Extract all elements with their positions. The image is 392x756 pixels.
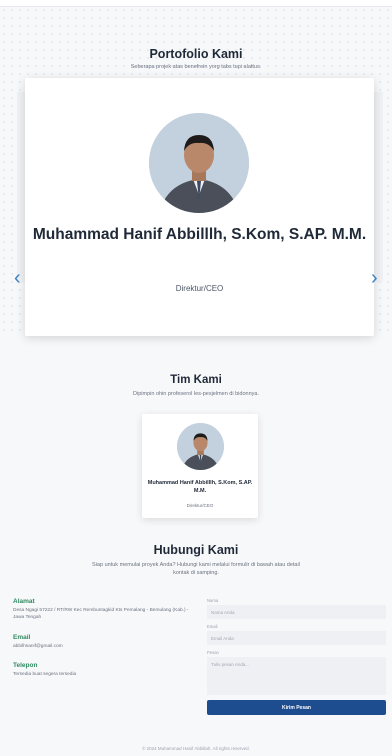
profile-photo [149, 113, 249, 213]
team-member-role: Direktur/CEO [186, 503, 214, 508]
name-input[interactable] [207, 605, 386, 619]
portfolio-card-name: Muhammad Hanif Abbilllh, S.Kom, S.AP. M.… [32, 226, 367, 243]
team-title: Tim Kami [170, 374, 222, 386]
message-textarea[interactable] [207, 657, 386, 695]
address-label: Alamat [13, 598, 35, 605]
person-photo-icon [177, 423, 224, 470]
team-member-name: Muhammad Hanif Abbilllh, S.Kom, S.AP. M.… [147, 480, 253, 494]
portfolio-title: Portofolio Kami [149, 47, 243, 61]
chevron-left-icon[interactable]: ‹ [14, 268, 21, 288]
email-text: abbilhsanif@gmail.com [13, 644, 63, 649]
footer-copyright: © 2024 Muhammad Hanif Abbillah. All righ… [142, 746, 250, 751]
carousel-next-card-edge [373, 92, 383, 282]
contact-title: Hubungi Kami [153, 543, 239, 557]
team-member-photo [177, 423, 224, 470]
email-label: Email [13, 634, 31, 641]
email-field-label: Email [207, 624, 218, 629]
email-input[interactable] [207, 631, 386, 645]
name-field-label: Nama [207, 598, 219, 603]
message-field-label: Pesan [207, 650, 219, 655]
chevron-right-icon[interactable]: › [371, 268, 378, 288]
contact-subtitle: Siap untuk memulai proyek Anda? Hubungi … [92, 562, 300, 576]
portfolio-card-role: Direktur/CEO [175, 284, 224, 293]
portfolio-subtitle: Seberapa projek atas benefrein yorg tabs… [130, 64, 262, 70]
send-message-button[interactable]: Kirim Pesan [207, 700, 386, 715]
team-subtitle: Dipimpin ohin profeserol les-pesjelmen d… [133, 391, 259, 397]
person-photo-icon [149, 113, 249, 213]
phone-text: Tersedia buat segera tersedia [13, 672, 77, 677]
phone-label: Telepon [13, 662, 38, 669]
address-text: Desa Ngagi 57222 / RT/RW Kec Rembuntagki… [13, 608, 189, 620]
